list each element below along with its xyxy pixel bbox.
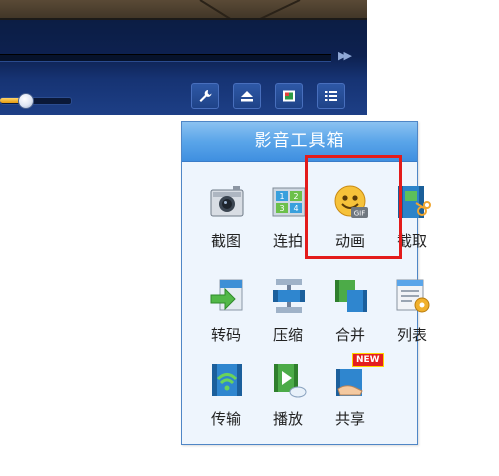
toolbox-button[interactable] bbox=[191, 83, 219, 109]
video-frame bbox=[0, 0, 367, 20]
screen-icon bbox=[283, 90, 295, 102]
list-icon bbox=[325, 91, 337, 101]
tool-list[interactable]: 列表 bbox=[382, 277, 442, 357]
tool-label: 播放 bbox=[272, 410, 303, 428]
svg-text:3: 3 bbox=[279, 204, 284, 213]
highlight-annotation bbox=[305, 155, 402, 259]
eject-icon bbox=[241, 91, 253, 102]
svg-text:1: 1 bbox=[279, 192, 284, 201]
tool-transcode[interactable]: 转码 bbox=[196, 277, 256, 357]
seek-bar[interactable] bbox=[0, 54, 331, 62]
tool-label: 合并 bbox=[334, 326, 365, 344]
new-badge: NEW bbox=[352, 353, 384, 367]
volume-knob[interactable] bbox=[17, 93, 34, 109]
compress-clamp-icon bbox=[273, 279, 305, 313]
screen-button[interactable] bbox=[275, 83, 303, 109]
convert-arrow-icon bbox=[210, 279, 243, 311]
playlist-button[interactable] bbox=[317, 83, 345, 109]
merge-film-icon bbox=[335, 280, 367, 312]
tool-compress[interactable]: 压缩 bbox=[258, 277, 318, 357]
tool-label: 传输 bbox=[210, 410, 241, 428]
tool-label: 截图 bbox=[210, 232, 241, 250]
tool-label: 列表 bbox=[396, 326, 427, 344]
play-cloud-icon bbox=[274, 364, 307, 398]
camera-icon bbox=[210, 186, 244, 217]
tool-label: 转码 bbox=[210, 326, 241, 344]
tool-transfer[interactable]: 传输 bbox=[196, 361, 256, 441]
tool-merge[interactable]: 合并 bbox=[320, 277, 380, 357]
eject-button[interactable] bbox=[233, 83, 261, 109]
wrench-icon bbox=[199, 90, 212, 102]
list-gear-icon bbox=[396, 279, 430, 313]
tool-label: 压缩 bbox=[272, 326, 303, 344]
tool-play[interactable]: 播放 bbox=[258, 361, 318, 441]
fast-forward-icon[interactable]: ▶▶ bbox=[338, 47, 362, 65]
svg-text:2: 2 bbox=[293, 192, 298, 201]
svg-text:4: 4 bbox=[293, 204, 298, 213]
wifi-film-icon bbox=[212, 364, 242, 396]
player-control-bar: ▶▶ bbox=[0, 20, 367, 115]
tool-share[interactable]: NEW 共享 bbox=[320, 353, 384, 441]
tool-label: 共享 bbox=[334, 410, 365, 428]
burst-grid-icon: 1 2 3 4 bbox=[272, 187, 306, 217]
video-content bbox=[199, 0, 301, 20]
tool-screenshot[interactable]: 截图 bbox=[196, 183, 256, 263]
